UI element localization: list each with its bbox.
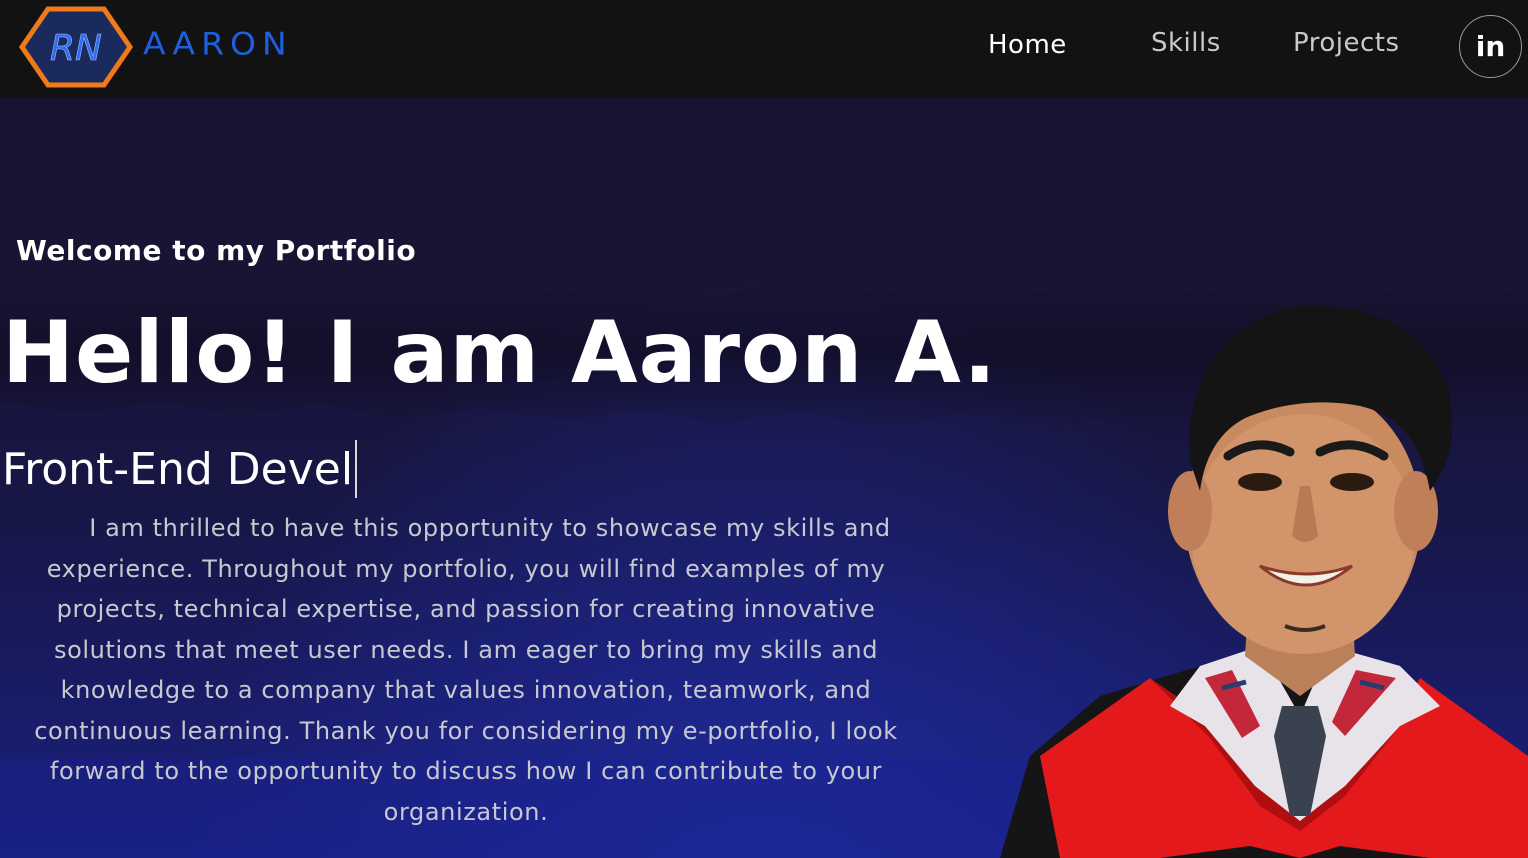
navbar: RN AARON Home Skills Projects in: [0, 0, 1528, 98]
typed-role-text: Front-End Devel: [2, 443, 354, 495]
welcome-text: Welcome to my Portfolio: [16, 234, 417, 267]
hero-headline: Hello! I am Aaron A.: [2, 303, 998, 403]
hero-section: Welcome to my Portfolio Hello! I am Aaro…: [0, 98, 1528, 858]
logo-icon[interactable]: RN: [18, 6, 134, 88]
brand-name[interactable]: AARON: [143, 25, 293, 62]
intro-paragraph: I am thrilled to have this opportunity t…: [34, 514, 898, 826]
linkedin-button[interactable]: in: [1459, 15, 1522, 78]
typing-caret: [355, 440, 358, 498]
profile-photo: [1000, 286, 1528, 858]
nav-skills[interactable]: Skills: [1151, 28, 1221, 58]
nav-projects[interactable]: Projects: [1293, 28, 1400, 58]
svg-text:RN: RN: [50, 28, 102, 69]
typed-role: Front-End Devel: [2, 438, 358, 500]
linkedin-icon: in: [1475, 30, 1506, 63]
nav-home[interactable]: Home: [988, 30, 1067, 60]
